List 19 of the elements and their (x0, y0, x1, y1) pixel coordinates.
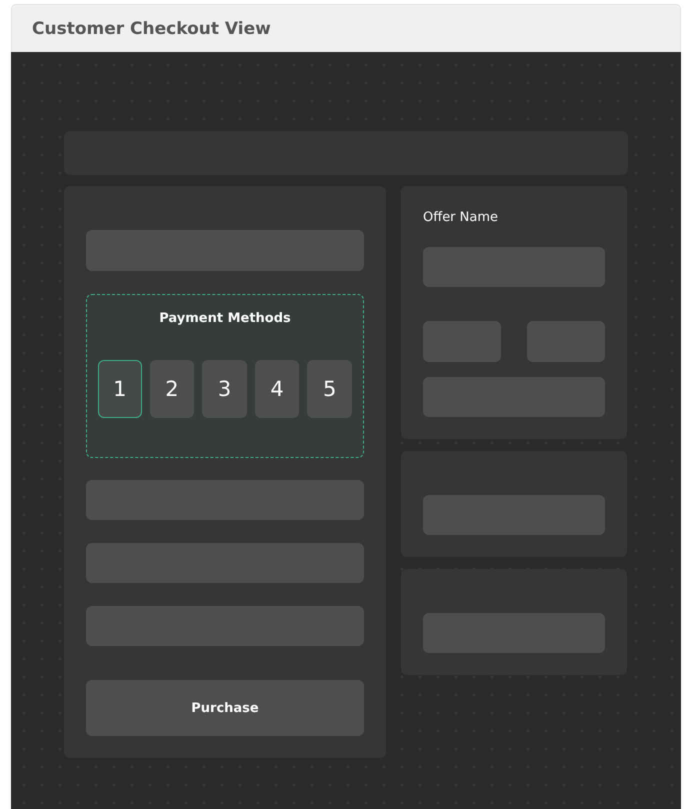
input-field[interactable] (86, 543, 364, 583)
input-field[interactable] (423, 247, 605, 287)
purchase-button[interactable]: Purchase (86, 680, 364, 736)
payment-method-tile[interactable]: 4 (254, 360, 300, 418)
window-title: Customer Checkout View (32, 18, 271, 38)
input-field[interactable] (527, 321, 605, 362)
input-field[interactable] (86, 230, 364, 271)
section-title: Payment Methods (159, 311, 291, 326)
payment-method-tile[interactable]: 1 (98, 360, 142, 418)
input-field[interactable] (423, 321, 501, 362)
field-label: Offer Name (423, 210, 500, 225)
input-field[interactable] (423, 377, 605, 417)
input-field[interactable] (423, 495, 605, 535)
input-field[interactable] (86, 480, 364, 520)
input-field[interactable] (423, 613, 605, 653)
payment-method-tile[interactable]: 3 (202, 360, 247, 418)
payment-method-tile[interactable]: 2 (150, 360, 194, 418)
input-field[interactable] (86, 606, 364, 646)
payment-method-tile[interactable]: 5 (307, 360, 352, 418)
